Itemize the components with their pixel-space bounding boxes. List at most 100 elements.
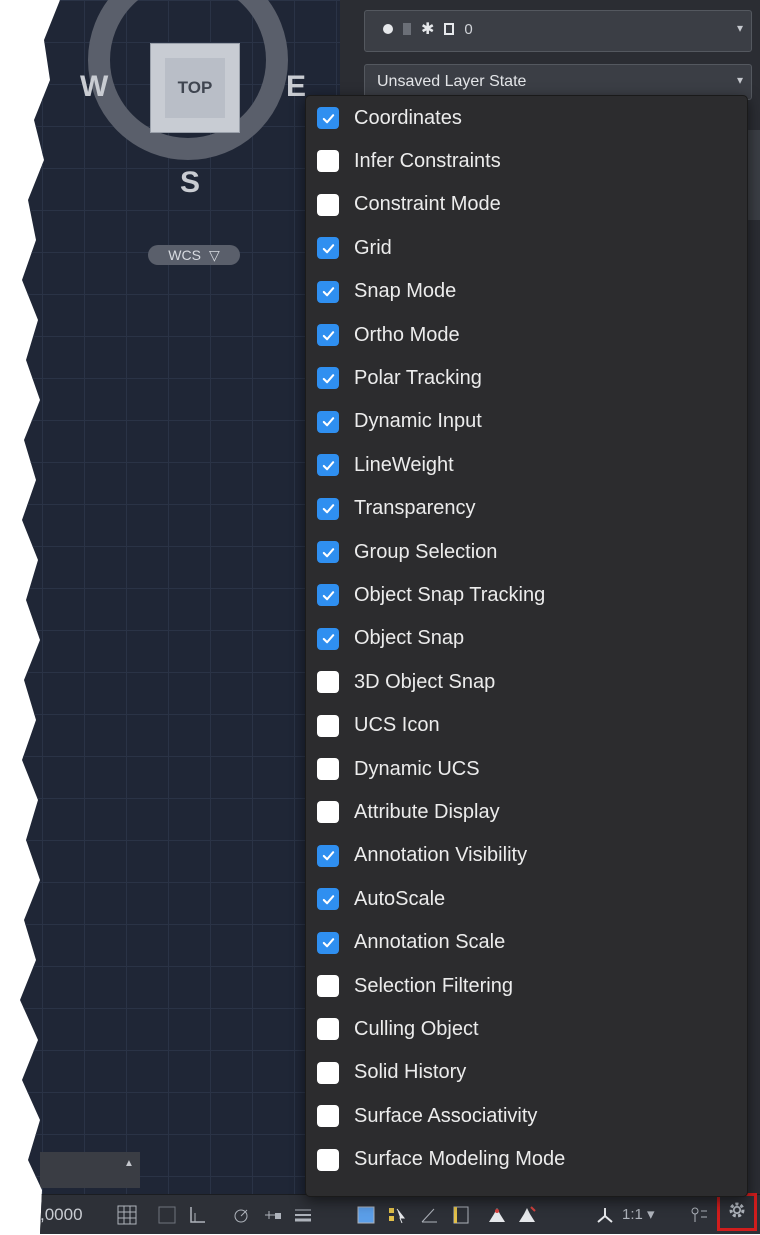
menu-item-label: Snap Mode <box>354 280 457 303</box>
menu-item-object-snap-tracking[interactable]: Object Snap Tracking <box>306 574 747 616</box>
selection-cycling-icon[interactable] <box>386 1205 408 1225</box>
workspace-switch-icon[interactable] <box>688 1205 710 1225</box>
compass-west[interactable]: W <box>80 70 108 104</box>
annotation-scale-value[interactable]: 1:1 ▾ <box>622 1205 655 1223</box>
chevron-down-icon: ▾ <box>736 21 743 35</box>
checkbox-checked[interactable] <box>317 497 339 520</box>
menu-item-label: Object Snap Tracking <box>354 583 546 606</box>
menu-item-label: Constraint Mode <box>354 193 501 216</box>
menu-item-infer-constraints[interactable]: Infer Constraints <box>306 140 747 182</box>
wcs-label: WCS <box>168 247 201 263</box>
checkbox-unchecked[interactable] <box>317 714 339 737</box>
menu-item-label: Attribute Display <box>354 800 500 823</box>
menu-item-label: Coordinates <box>354 106 462 129</box>
menu-item-dynamic-input[interactable]: Dynamic Input <box>306 401 747 443</box>
menu-item-surface-modeling-mode[interactable]: Surface Modeling Mode <box>306 1139 747 1181</box>
lineweight-icon[interactable] <box>292 1205 314 1225</box>
checkbox-unchecked[interactable] <box>317 975 339 997</box>
transparency-icon[interactable] <box>355 1205 377 1225</box>
menu-item-ucs-icon[interactable]: UCS Icon <box>306 705 747 747</box>
menu-item-label: UCS Icon <box>354 714 440 737</box>
checkbox-checked[interactable] <box>317 627 339 650</box>
layer-dropdown[interactable]: ✱ 0 ▾ <box>364 10 752 52</box>
checkbox-unchecked[interactable] <box>317 193 339 216</box>
menu-item-label: Dynamic Input <box>354 410 482 433</box>
compass-east[interactable]: E <box>286 70 306 104</box>
workspace-icon[interactable] <box>450 1205 472 1225</box>
layer-color-icon <box>444 23 455 35</box>
menu-item-annotation-scale[interactable]: Annotation Scale <box>306 922 747 964</box>
menu-item-ortho-mode[interactable]: Ortho Mode <box>306 314 747 356</box>
menu-item-label: Infer Constraints <box>354 149 501 172</box>
menu-item-annotation-visibility[interactable]: Annotation Visibility <box>306 835 747 877</box>
menu-item-transparency[interactable]: Transparency <box>306 488 747 530</box>
checkbox-checked[interactable] <box>317 410 339 433</box>
ortho-mode-icon[interactable] <box>186 1205 208 1225</box>
menu-item-coordinates[interactable]: Coordinates <box>306 97 747 139</box>
annotation-visibility-icon[interactable] <box>486 1205 508 1225</box>
coordinates-readout[interactable]: ,0000 <box>40 1205 83 1225</box>
menu-item-label: Transparency <box>354 497 476 520</box>
layer-state-label: Unsaved Layer State <box>377 73 527 90</box>
expand-up-icon[interactable]: ▲ <box>124 1158 134 1169</box>
menu-item-solid-history[interactable]: Solid History <box>306 1052 747 1094</box>
status-bar: ,0000 1:1 ▾ <box>20 1194 760 1234</box>
menu-item-surface-associativity[interactable]: Surface Associativity <box>306 1095 747 1137</box>
checkbox-unchecked[interactable] <box>317 801 339 824</box>
checkbox-unchecked[interactable] <box>317 1061 339 1084</box>
annotation-scale-icon[interactable] <box>594 1205 616 1225</box>
menu-item-label: Annotation Scale <box>354 931 506 954</box>
polar-tracking-icon[interactable] <box>230 1205 252 1225</box>
checkbox-unchecked[interactable] <box>317 758 339 780</box>
checkbox-unchecked[interactable] <box>317 1105 339 1128</box>
minimized-panel[interactable]: ▲ <box>40 1152 140 1188</box>
ucs-icon[interactable] <box>418 1205 440 1225</box>
checkbox-checked[interactable] <box>317 584 339 607</box>
checkbox-checked[interactable] <box>317 237 339 260</box>
menu-item-lineweight[interactable]: LineWeight <box>306 444 747 486</box>
checkbox-checked[interactable] <box>317 931 339 954</box>
customization-gear-button[interactable] <box>717 1193 757 1231</box>
checkbox-unchecked[interactable] <box>317 150 339 173</box>
checkbox-unchecked[interactable] <box>317 1148 339 1171</box>
menu-item-label: Dynamic UCS <box>354 757 480 780</box>
layer-name: 0 <box>464 20 473 38</box>
menu-item-label: 3D Object Snap <box>354 670 496 693</box>
viewcube-top-face[interactable]: TOP <box>150 43 240 133</box>
menu-item-label: Surface Associativity <box>354 1104 538 1127</box>
checkbox-checked[interactable] <box>317 888 339 911</box>
drawing-viewport[interactable]: TOP W E S WCS ▽ <box>20 0 340 1234</box>
menu-item-snap-mode[interactable]: Snap Mode <box>306 271 747 313</box>
menu-item-autoscale[interactable]: AutoScale <box>306 878 747 920</box>
menu-item-selection-filtering[interactable]: Selection Filtering <box>306 965 747 1007</box>
checkbox-checked[interactable] <box>317 367 339 390</box>
menu-item-constraint-mode[interactable]: Constraint Mode <box>306 184 747 226</box>
menu-item-object-snap[interactable]: Object Snap <box>306 618 747 660</box>
menu-item-attribute-display[interactable]: Attribute Display <box>306 791 747 833</box>
menu-item-3d-object-snap[interactable]: 3D Object Snap <box>306 661 747 703</box>
menu-item-label: AutoScale <box>354 887 446 910</box>
checkbox-checked[interactable] <box>317 280 339 303</box>
menu-item-label: Object Snap <box>354 627 465 650</box>
chevron-down-icon: ▾ <box>736 73 743 87</box>
menu-item-grid[interactable]: Grid <box>306 227 747 269</box>
checkbox-checked[interactable] <box>317 541 339 563</box>
dynamic-input-icon[interactable] <box>262 1205 284 1225</box>
autoscale-icon[interactable] <box>516 1205 538 1225</box>
menu-item-label: Solid History <box>354 1061 467 1084</box>
checkbox-unchecked[interactable] <box>317 671 339 694</box>
grid-icon[interactable] <box>116 1205 138 1225</box>
checkbox-checked[interactable] <box>317 844 339 867</box>
menu-item-culling-object[interactable]: Culling Object <box>306 1008 747 1050</box>
snap-mode-icon[interactable] <box>156 1205 178 1225</box>
compass-south[interactable]: S <box>180 166 200 200</box>
menu-item-dynamic-ucs[interactable]: Dynamic UCS <box>306 748 747 790</box>
checkbox-checked[interactable] <box>317 324 339 346</box>
checkbox-unchecked[interactable] <box>317 1018 339 1041</box>
wcs-dropdown[interactable]: WCS ▽ <box>148 245 240 265</box>
menu-item-group-selection[interactable]: Group Selection <box>306 531 747 573</box>
layer-lock-icon <box>403 23 411 35</box>
checkbox-checked[interactable] <box>317 107 339 129</box>
menu-item-polar-tracking[interactable]: Polar Tracking <box>306 357 747 399</box>
checkbox-checked[interactable] <box>317 454 339 477</box>
